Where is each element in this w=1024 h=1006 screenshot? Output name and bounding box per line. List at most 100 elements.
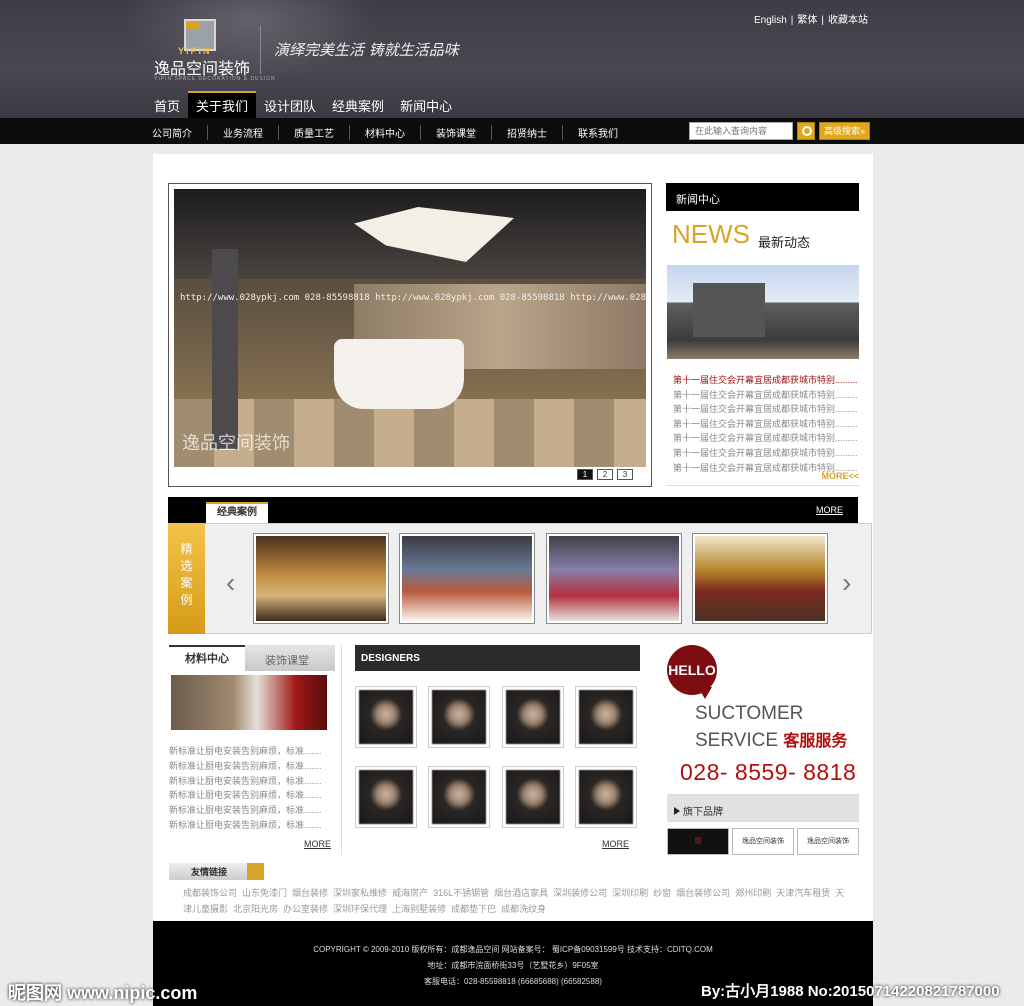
footer-address: 地址：成都市浣面桥街33号（艺墅花乡）9F05室 xyxy=(427,961,599,970)
list-item[interactable]: 第十一届住交会开幕宜居成都获城市特别......... xyxy=(673,446,858,461)
slider-page-3[interactable]: 3 xyxy=(617,469,633,480)
case-thumb-1[interactable] xyxy=(253,533,389,624)
advanced-search-button[interactable]: 高级搜索» xyxy=(819,122,870,140)
slider-page-1[interactable]: 1 xyxy=(577,469,593,480)
list-item[interactable]: 第十一届住交会开幕宜居成都获城市特别......... xyxy=(673,431,858,446)
hero-slider[interactable]: http://www.028ypkj.com 028-85598818 http… xyxy=(168,183,652,487)
designer-avatar[interactable] xyxy=(428,686,490,748)
designer-avatar[interactable] xyxy=(575,766,637,828)
english-link[interactable]: English xyxy=(754,15,787,26)
watermark-left: 昵图网 www.nipic.com xyxy=(8,983,198,1003)
subnav-quality[interactable]: 质量工艺 xyxy=(279,125,350,140)
slide-brand-watermark: 逸品空间装饰 xyxy=(182,433,290,453)
brand-logo[interactable]: 逸品空间装饰 xyxy=(732,828,794,855)
news-big-cn: 最新动态 xyxy=(758,235,811,250)
designer-avatar[interactable] xyxy=(355,766,417,828)
subnav-class[interactable]: 装饰课堂 xyxy=(421,125,492,140)
list-item[interactable]: 新标准让厨电安装告别麻烦，标准....... xyxy=(169,759,335,774)
featured-cases-label: 精 选 案 例 xyxy=(168,523,205,634)
list-item[interactable]: 新标准让厨电安装告别麻烦，标准....... xyxy=(169,803,335,818)
subnav-process[interactable]: 业务流程 xyxy=(208,125,279,140)
materials-tabs: 材料中心 装饰课堂 xyxy=(169,645,335,671)
footer-copyright: COPYRIGHT © 2009-2010 版权所有：成都逸品空间 网站备案号：… xyxy=(313,945,713,954)
friend-link[interactable]: 深圳家私维修 xyxy=(333,888,387,898)
friend-link[interactable]: 316L不锈钢管 xyxy=(433,888,489,898)
friend-link[interactable]: 深圳装修公司 xyxy=(553,888,607,898)
friend-link[interactable]: 深圳环保代理 xyxy=(333,904,387,914)
slide-image[interactable]: http://www.028ypkj.com 028-85598818 http… xyxy=(174,189,646,467)
main-nav: 首页 关于我们 设计团队 经典案例 新闻中心 xyxy=(146,91,460,118)
friend-link[interactable]: 北京阳光房 xyxy=(233,904,278,914)
designer-avatar[interactable] xyxy=(502,766,564,828)
chevron-left-icon[interactable]: ‹ xyxy=(226,567,235,599)
slogan: 演绎完美生活 铸就生活品味 xyxy=(274,41,459,59)
tab-cases[interactable]: 经典案例 xyxy=(206,502,268,523)
list-item[interactable]: 新标准让厨电安装告别麻烦，标准....... xyxy=(169,818,335,833)
list-item[interactable]: 新标准让厨电安装告别麻烦，标准....... xyxy=(169,788,335,803)
news-more-link[interactable]: MORE<< xyxy=(821,471,859,481)
slider-page-2[interactable]: 2 xyxy=(597,469,613,480)
friend-link[interactable]: 纱窗 xyxy=(653,888,671,898)
nav-home[interactable]: 首页 xyxy=(146,91,188,118)
friend-link[interactable]: 天津汽车租赁 xyxy=(776,888,830,898)
sub-nav: 公司简介 业务流程 质量工艺 材料中心 装饰课堂 招贤纳士 联系我们 xyxy=(0,118,1024,144)
friend-links: 成都装饰公司 山东免漆门 烟台装修 深圳家私维修 威海房产 316L不锈钢管 烟台酒店家具深… xyxy=(183,885,853,917)
cases-more-link[interactable]: MORE xyxy=(816,505,843,515)
brands-title: 旗下品牌 xyxy=(667,794,859,822)
friend-link[interactable]: 烟台装修公司 xyxy=(676,888,730,898)
subnav-profile[interactable]: 公司简介 xyxy=(152,125,208,140)
subnav-jobs[interactable]: 招贤纳士 xyxy=(492,125,563,140)
service-line-1: SUCTOMER xyxy=(695,703,804,724)
slide-watermark: http://www.028ypkj.com 028-85598818 http… xyxy=(180,293,646,303)
list-item[interactable]: 新标准让厨电安装告别麻烦，标准....... xyxy=(169,744,335,759)
designer-avatar[interactable] xyxy=(502,686,564,748)
chevron-right-icon[interactable]: › xyxy=(842,567,851,599)
news-list: 第十一届住交会开幕宜居成都获城市特别......... 第十一届住交会开幕宜居成… xyxy=(673,373,858,475)
list-item[interactable]: 第十一届住交会开幕宜居成都获城市特别......... xyxy=(673,373,858,388)
case-thumb-3[interactable] xyxy=(546,533,682,624)
search-icon[interactable] xyxy=(797,122,815,140)
traditional-link[interactable]: 繁体 xyxy=(797,15,817,26)
friend-link[interactable]: 办公室装修 xyxy=(283,904,328,914)
friend-link[interactable]: 深圳印刷 xyxy=(612,888,648,898)
subnav-contact[interactable]: 联系我们 xyxy=(563,125,633,140)
designer-avatar[interactable] xyxy=(428,766,490,828)
friend-link[interactable]: 烟台酒店家具 xyxy=(494,888,548,898)
designer-avatar[interactable] xyxy=(575,686,637,748)
friend-link[interactable]: 烟台装修 xyxy=(292,888,328,898)
bookmark-link[interactable]: 收藏本站 xyxy=(828,15,868,26)
tab-materials[interactable]: 材料中心 xyxy=(169,645,245,671)
materials-more-link[interactable]: MORE xyxy=(304,839,331,849)
list-item[interactable]: 新标准让厨电安装告别麻烦，标准....... xyxy=(169,774,335,789)
brand-logo[interactable]: 逸品空间装饰 xyxy=(797,828,859,855)
logo-sub: YIPIN SPACE DECORATION & DESIGN xyxy=(154,76,276,82)
news-image[interactable] xyxy=(667,265,859,359)
designers-more-link[interactable]: MORE xyxy=(602,839,629,849)
search-input[interactable] xyxy=(689,122,793,140)
list-item[interactable]: 第十一届住交会开幕宜居成都获城市特别......... xyxy=(673,388,858,403)
nav-about[interactable]: 关于我们 xyxy=(188,91,257,118)
friend-link[interactable]: 成都装饰公司 xyxy=(183,888,237,898)
nav-cases[interactable]: 经典案例 xyxy=(324,91,392,118)
subnav-materials[interactable]: 材料中心 xyxy=(350,125,421,140)
designer-avatar[interactable] xyxy=(355,686,417,748)
cases-bar xyxy=(168,497,858,523)
case-thumb-4[interactable] xyxy=(692,533,828,624)
friend-link[interactable]: 威海房产 xyxy=(392,888,428,898)
nav-design-team[interactable]: 设计团队 xyxy=(256,91,324,118)
materials-image[interactable] xyxy=(171,675,327,730)
friend-link[interactable]: 郑州印刷 xyxy=(735,888,771,898)
nav-news[interactable]: 新闻中心 xyxy=(392,91,460,118)
friend-link[interactable]: 上海别墅装修 xyxy=(392,904,446,914)
friend-link[interactable]: 成都洗纹身 xyxy=(501,904,546,914)
case-thumb-2[interactable] xyxy=(399,533,535,624)
friend-link[interactable]: 成都垫下巴 xyxy=(451,904,496,914)
list-item[interactable]: 第十一届住交会开幕宜居成都获城市特别......... xyxy=(673,417,858,432)
brand-logo[interactable]: 凰 xyxy=(667,828,729,855)
list-item[interactable]: 第十一届住交会开幕宜居成都获城市特别......... xyxy=(673,402,858,417)
service-phone: 028- 8559- 8818 xyxy=(680,759,857,785)
friend-link[interactable]: 山东免漆门 xyxy=(242,888,287,898)
tab-class[interactable]: 装饰课堂 xyxy=(265,652,309,668)
top-links: English | 繁体 | 收藏本站 xyxy=(753,15,868,26)
news-big-label: NEWS xyxy=(672,219,750,249)
